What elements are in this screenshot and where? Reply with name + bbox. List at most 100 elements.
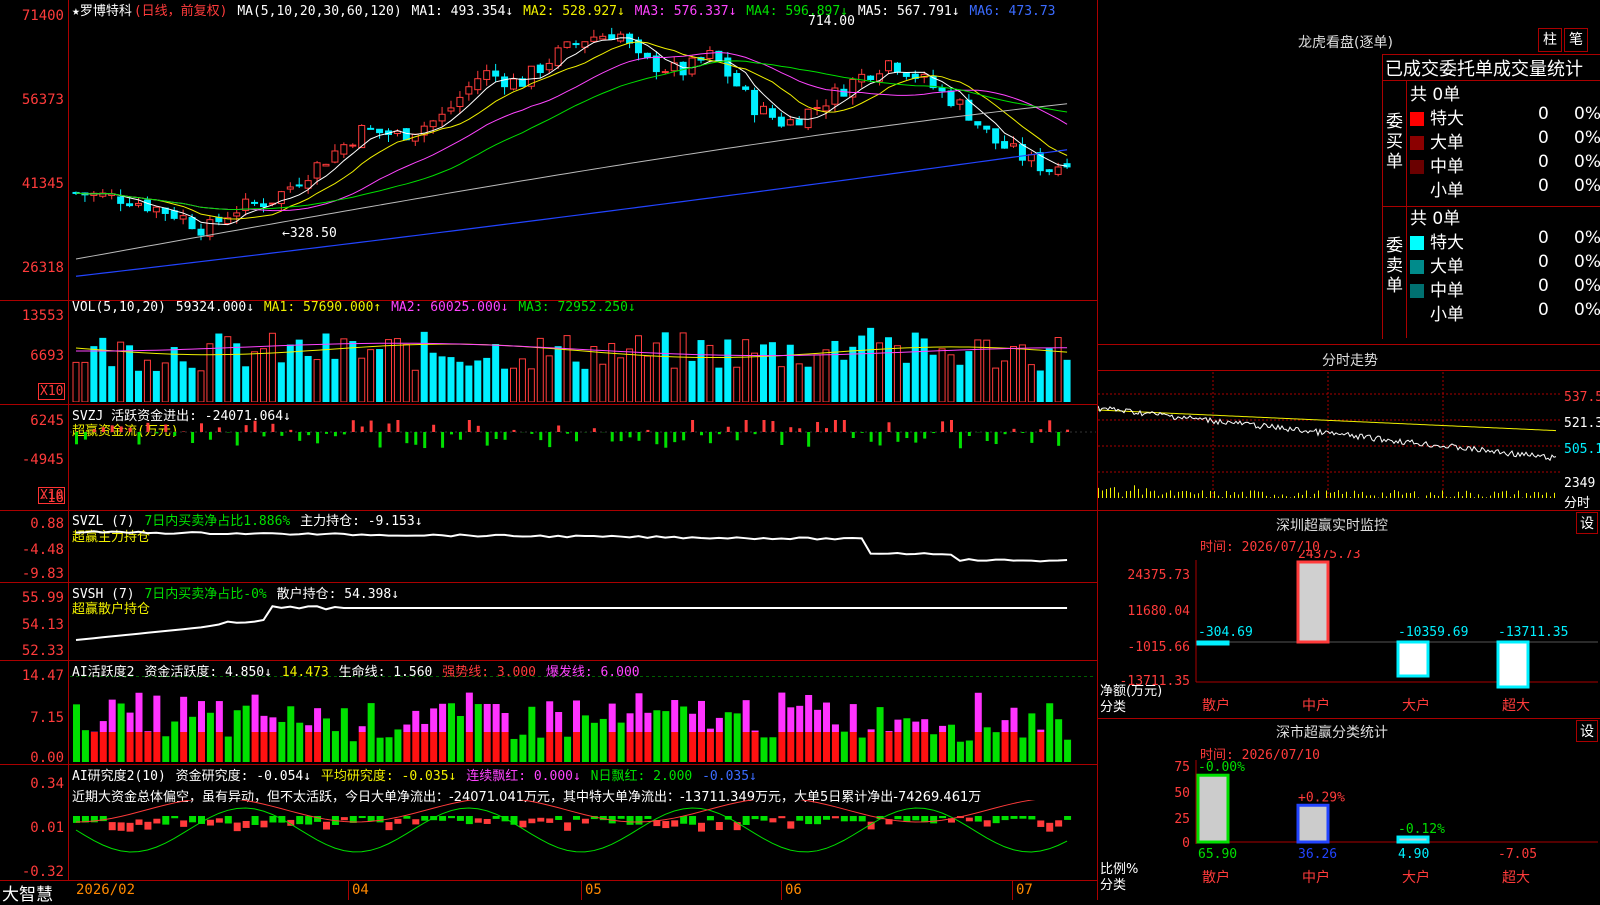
- activity-bar-top: [314, 708, 321, 732]
- volume-bar: [894, 346, 900, 402]
- intraday-chart[interactable]: [1098, 372, 1568, 508]
- intraday-vol: [1270, 497, 1271, 498]
- activity-bar-top: [868, 729, 875, 732]
- candle: [591, 37, 597, 41]
- activity-bar: [725, 712, 732, 762]
- activity-bar: [537, 738, 544, 762]
- monitor-settings-button[interactable]: 设: [1576, 512, 1598, 534]
- activity-bar: [796, 732, 803, 762]
- candle: [466, 87, 472, 94]
- main-position-line[interactable]: [70, 526, 1096, 580]
- volume-bars[interactable]: [70, 318, 1096, 402]
- ai-research-chart[interactable]: [70, 800, 1096, 878]
- research-bar: [269, 816, 276, 822]
- flow-bar: [289, 430, 292, 432]
- ma-line: [76, 42, 1067, 219]
- intraday-vol: [1198, 493, 1199, 498]
- activity-bar-top: [403, 725, 410, 732]
- intraday-vol: [1122, 497, 1123, 498]
- volume-bar: [359, 358, 365, 402]
- activity-bar-top: [109, 700, 116, 732]
- flow-bar: [138, 432, 141, 444]
- order-stats-tabs[interactable]: 已成交委托单成交量统计: [1385, 55, 1583, 81]
- candle: [252, 202, 258, 203]
- volume-bar: [448, 358, 454, 402]
- flow-bar: [388, 424, 391, 432]
- flow-bar: [825, 428, 828, 432]
- tick-view-button[interactable]: 笔: [1564, 28, 1588, 52]
- category-label: 分类: [1100, 696, 1126, 715]
- flow-bar: [736, 432, 739, 440]
- research-bar: [975, 816, 982, 822]
- research-bar: [368, 816, 375, 821]
- research-bar: [582, 819, 589, 824]
- intraday-title: 分时走势: [1322, 350, 1378, 370]
- net-amount-chart[interactable]: 24375.7311680.04-1015.66-13711.35-304.69…: [1098, 550, 1600, 720]
- candle: [859, 74, 865, 82]
- flow-bar: [236, 432, 239, 446]
- flow-bar: [432, 425, 435, 432]
- flow-bar: [575, 432, 578, 441]
- buy-orders-label: 委买单: [1386, 112, 1404, 172]
- intraday-vol: [1110, 488, 1111, 498]
- category-tick: 中户: [1302, 869, 1330, 886]
- research-bar: [805, 816, 812, 824]
- research-bar: [493, 816, 500, 819]
- fund-flow-bars[interactable]: [70, 420, 1096, 508]
- research-bar: [296, 816, 303, 824]
- volume-bar: [912, 333, 918, 402]
- volume-bar: [180, 362, 186, 402]
- candle: [118, 197, 124, 203]
- activity-bar: [412, 732, 419, 762]
- intraday-vol: [1470, 493, 1471, 498]
- volume-bar: [707, 345, 713, 402]
- row-label: 中单: [1430, 281, 1464, 301]
- activity-bar: [707, 732, 714, 762]
- intraday-vol: [1178, 492, 1179, 498]
- candlestick-chart[interactable]: [70, 16, 1096, 298]
- flow-bar: [879, 432, 882, 445]
- intraday-vol: [1206, 497, 1207, 498]
- category-tick: 大户: [1402, 697, 1430, 714]
- volume-bar: [877, 343, 883, 402]
- research-bar: [448, 816, 455, 818]
- activity-bar: [225, 737, 232, 762]
- research-bar: [189, 816, 196, 822]
- volume-bar: [698, 341, 704, 402]
- activity-bar: [394, 729, 401, 762]
- flow-bar: [870, 432, 873, 442]
- chart-area[interactable]: ★罗博特科(日线，前复权) MA(5,10,20,30,60,120) MA1:…: [0, 0, 1098, 900]
- volume-bar: [243, 367, 249, 402]
- candle: [546, 63, 552, 69]
- flow-bar: [513, 430, 516, 432]
- candle: [484, 71, 490, 80]
- ai-activity-bars[interactable]: [70, 676, 1096, 762]
- ratio-chart[interactable]: 7550250-0.00%65.90散户+0.29%36.26中户-0.12%4…: [1098, 758, 1600, 900]
- intraday-vol: [1510, 497, 1511, 498]
- volume-bar: [778, 367, 784, 402]
- flow-bar: [923, 432, 926, 439]
- research-line: [76, 808, 1067, 852]
- retail-position-line[interactable]: [70, 598, 1096, 658]
- research-bar: [234, 823, 241, 832]
- intraday-vol: [1282, 495, 1283, 498]
- intraday-vol: [1186, 491, 1187, 498]
- vol-ma3: MA3: 72952.250↓: [518, 300, 635, 315]
- activity-bar: [903, 718, 910, 762]
- ai2-extra: -0.035↓: [702, 769, 757, 784]
- stat-settings-button[interactable]: 设: [1576, 720, 1598, 742]
- activity-bar: [180, 732, 187, 762]
- volume-bar: [189, 368, 195, 402]
- activity-bar-top: [1002, 720, 1009, 732]
- y-tick: -4945: [0, 452, 64, 468]
- row-count: 0: [1538, 276, 1549, 296]
- y-tick: 41345: [0, 176, 64, 192]
- intraday-vol: [1386, 496, 1387, 498]
- bar-view-button[interactable]: 柱: [1538, 28, 1562, 52]
- intraday-vol: [1526, 493, 1527, 498]
- research-bar: [680, 816, 687, 824]
- activity-bar: [564, 737, 571, 762]
- y-tick: 75: [1174, 760, 1190, 775]
- intraday-vol: [1174, 496, 1175, 498]
- flow-bar: [914, 432, 917, 443]
